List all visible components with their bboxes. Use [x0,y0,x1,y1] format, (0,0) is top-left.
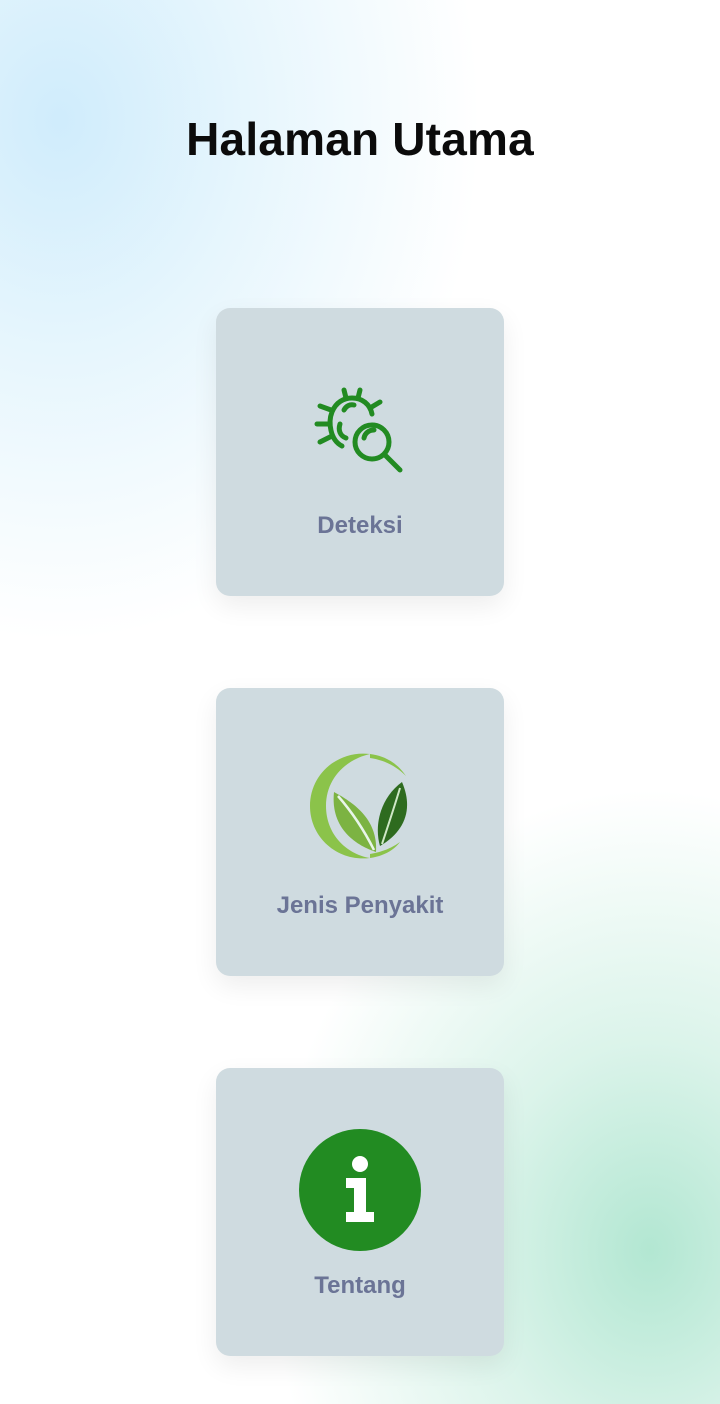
deteksi-card[interactable]: Deteksi [216,308,504,596]
jenis-penyakit-card[interactable]: Jenis Penyakit [216,688,504,976]
info-icon [216,1128,504,1252]
tentang-card[interactable]: Tentang [216,1068,504,1356]
bug-search-icon [216,380,504,484]
page-title: Halaman Utama [186,113,534,165]
jenis-penyakit-label: Jenis Penyakit [276,892,444,919]
deteksi-label: Deteksi [317,512,403,539]
leaf-logo-icon [216,746,504,866]
tentang-label: Tentang [314,1272,406,1299]
